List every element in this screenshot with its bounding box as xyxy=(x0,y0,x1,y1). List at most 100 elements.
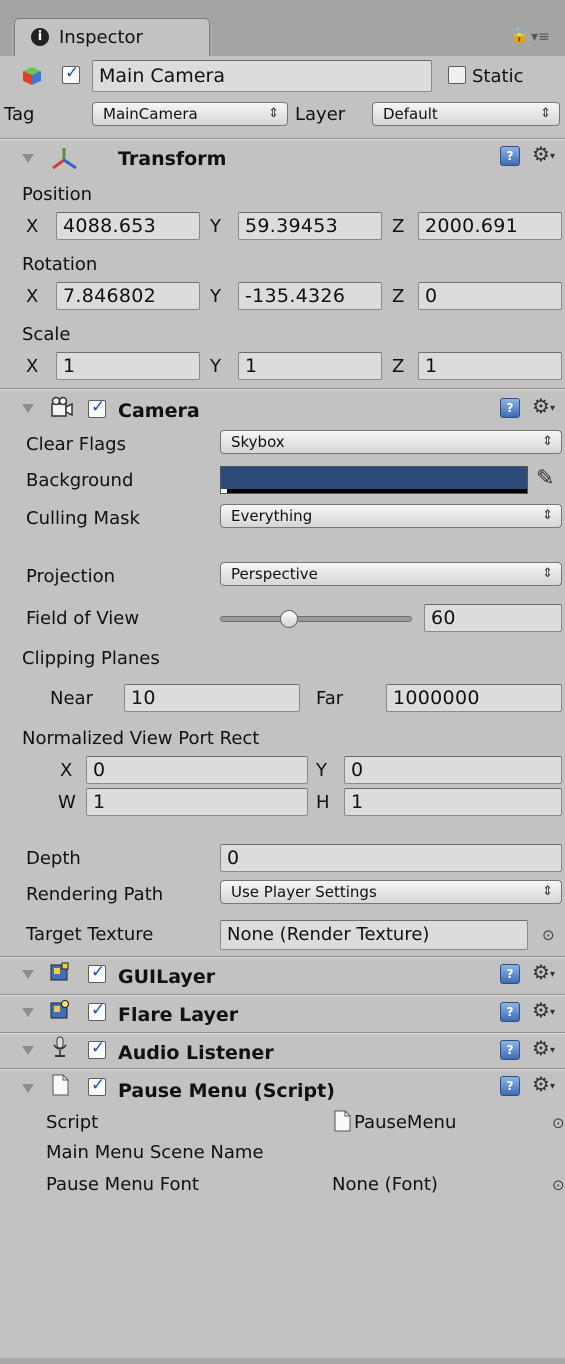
script-title: Pause Menu (Script) xyxy=(118,1080,335,1102)
divider xyxy=(0,388,565,390)
help-icon[interactable]: ? xyxy=(500,398,520,418)
foldout-arrow-icon[interactable] xyxy=(22,1008,34,1017)
scale-y-input[interactable]: 1 xyxy=(238,352,382,380)
static-label: Static xyxy=(472,66,524,87)
projection-dropdown[interactable]: Perspective ⇕ xyxy=(220,562,562,586)
help-icon[interactable]: ? xyxy=(500,964,520,984)
scale-x-input[interactable]: 1 xyxy=(56,352,200,380)
gear-icon[interactable]: ⚙ xyxy=(532,396,555,416)
scale-z-input[interactable]: 1 xyxy=(418,352,562,380)
foldout-arrow-icon[interactable] xyxy=(22,1084,34,1093)
viewport-rect-label: Normalized View Port Rect xyxy=(22,728,260,749)
alpha-bar xyxy=(221,489,527,493)
tab-inspector[interactable]: i Inspector xyxy=(14,18,210,56)
position-z-input[interactable]: 2000.691 xyxy=(418,212,562,240)
depth-input[interactable]: 0 xyxy=(220,844,562,872)
fov-slider-thumb[interactable] xyxy=(280,610,299,628)
object-picker-icon[interactable]: ⊙ xyxy=(542,926,555,944)
tag-label: Tag xyxy=(4,104,35,125)
object-picker-icon[interactable]: ⊙ xyxy=(552,1176,565,1194)
tab-menu-icon[interactable]: ▾≡ xyxy=(531,30,550,44)
axis-y-label: Y xyxy=(210,356,221,377)
gear-icon[interactable]: ⚙ xyxy=(532,1038,555,1058)
static-checkbox[interactable] xyxy=(448,66,466,84)
help-icon[interactable]: ? xyxy=(500,146,520,166)
background-color-swatch[interactable] xyxy=(220,466,528,494)
audio-listener-enabled-checkbox[interactable]: ✓ xyxy=(88,1038,106,1059)
position-y-input[interactable]: 59.39453 xyxy=(238,212,382,240)
gear-icon[interactable]: ⚙ xyxy=(532,1074,555,1094)
fov-label: Field of View xyxy=(26,608,140,629)
camera-enabled-checkbox[interactable]: ✓ xyxy=(88,397,106,418)
help-icon[interactable]: ? xyxy=(500,1040,520,1060)
gear-icon[interactable]: ⚙ xyxy=(532,144,555,164)
rotation-y-input[interactable]: -135.4326 xyxy=(238,282,382,310)
dropdown-arrow-icon: ⇕ xyxy=(542,508,553,523)
lock-icon[interactable]: 🔒 xyxy=(510,28,529,43)
rendering-path-dropdown[interactable]: Use Player Settings ⇕ xyxy=(220,880,562,904)
vp-h-label: H xyxy=(316,792,330,813)
target-texture-label: Target Texture xyxy=(26,924,154,945)
dropdown-arrow-icon: ⇕ xyxy=(542,434,553,449)
viewport-x-input[interactable]: 0 xyxy=(86,756,308,784)
position-label: Position xyxy=(22,184,93,205)
guilayer-title: GUILayer xyxy=(118,966,216,988)
foldout-arrow-icon[interactable] xyxy=(22,154,34,163)
gear-icon[interactable]: ⚙ xyxy=(532,1000,555,1020)
far-label: Far xyxy=(316,688,344,709)
axis-y-label: Y xyxy=(210,286,221,307)
guilayer-icon xyxy=(50,962,70,982)
target-texture-field[interactable]: None (Render Texture) xyxy=(220,920,528,950)
culling-mask-dropdown[interactable]: Everything ⇕ xyxy=(220,504,562,528)
pause-menu-font-value[interactable]: None (Font) xyxy=(332,1176,438,1194)
foldout-arrow-icon[interactable] xyxy=(22,404,34,413)
flare-layer-enabled-checkbox[interactable]: ✓ xyxy=(88,1000,106,1021)
script-field-value[interactable]: PauseMenu xyxy=(354,1114,456,1132)
far-input[interactable]: 1000000 xyxy=(386,684,562,712)
pause-menu-font-label: Pause Menu Font xyxy=(46,1174,199,1195)
rotation-z-input[interactable]: 0 xyxy=(418,282,562,310)
tag-dropdown[interactable]: MainCamera ⇕ xyxy=(92,102,288,126)
rendering-path-label: Rendering Path xyxy=(26,884,164,905)
guilayer-enabled-checkbox[interactable]: ✓ xyxy=(88,962,106,983)
near-input[interactable]: 10 xyxy=(124,684,300,712)
rotation-x-input[interactable]: 7.846802 xyxy=(56,282,200,310)
object-picker-icon[interactable]: ⊙ xyxy=(552,1114,565,1132)
eyedropper-icon[interactable]: ✎ xyxy=(536,468,554,490)
viewport-h-input[interactable]: 1 xyxy=(344,788,562,816)
flare-layer-title: Flare Layer xyxy=(118,1004,239,1026)
dropdown-arrow-icon: ⇕ xyxy=(540,106,551,121)
depth-label: Depth xyxy=(26,848,81,869)
foldout-arrow-icon[interactable] xyxy=(22,1046,34,1055)
axis-z-label: Z xyxy=(392,356,405,377)
camera-icon xyxy=(50,396,74,418)
script-enabled-checkbox[interactable]: ✓ xyxy=(88,1075,106,1096)
culling-mask-label: Culling Mask xyxy=(26,508,140,529)
fov-input[interactable]: 60 xyxy=(424,604,562,632)
position-x-input[interactable]: 4088.653 xyxy=(56,212,200,240)
gameobject-name-input[interactable]: Main Camera xyxy=(92,60,432,92)
script-field-label: Script xyxy=(46,1112,99,1133)
gear-icon[interactable]: ⚙ xyxy=(532,962,555,982)
rotation-label: Rotation xyxy=(22,254,98,275)
viewport-w-input[interactable]: 1 xyxy=(86,788,308,816)
layer-dropdown[interactable]: Default ⇕ xyxy=(372,102,560,126)
gameobject-cube-icon xyxy=(22,66,42,86)
active-checkbox[interactable]: ✓ xyxy=(62,63,80,84)
viewport-y-input[interactable]: 0 xyxy=(344,756,562,784)
help-icon[interactable]: ? xyxy=(500,1002,520,1022)
transform-title: Transform xyxy=(118,148,227,170)
axis-x-label: X xyxy=(26,286,39,307)
help-icon[interactable]: ? xyxy=(500,1076,520,1096)
dropdown-arrow-icon: ⇕ xyxy=(542,566,553,581)
color-fill xyxy=(221,467,527,489)
clear-flags-dropdown[interactable]: Skybox ⇕ xyxy=(220,430,562,454)
tab-title: Inspector xyxy=(59,27,143,48)
divider xyxy=(0,994,565,996)
divider xyxy=(0,956,565,958)
dropdown-arrow-icon: ⇕ xyxy=(542,884,553,899)
foldout-arrow-icon[interactable] xyxy=(22,970,34,979)
vp-y-label: Y xyxy=(316,760,327,781)
fov-slider-track[interactable] xyxy=(220,616,412,622)
main-menu-scene-name-label: Main Menu Scene Name xyxy=(46,1142,264,1163)
